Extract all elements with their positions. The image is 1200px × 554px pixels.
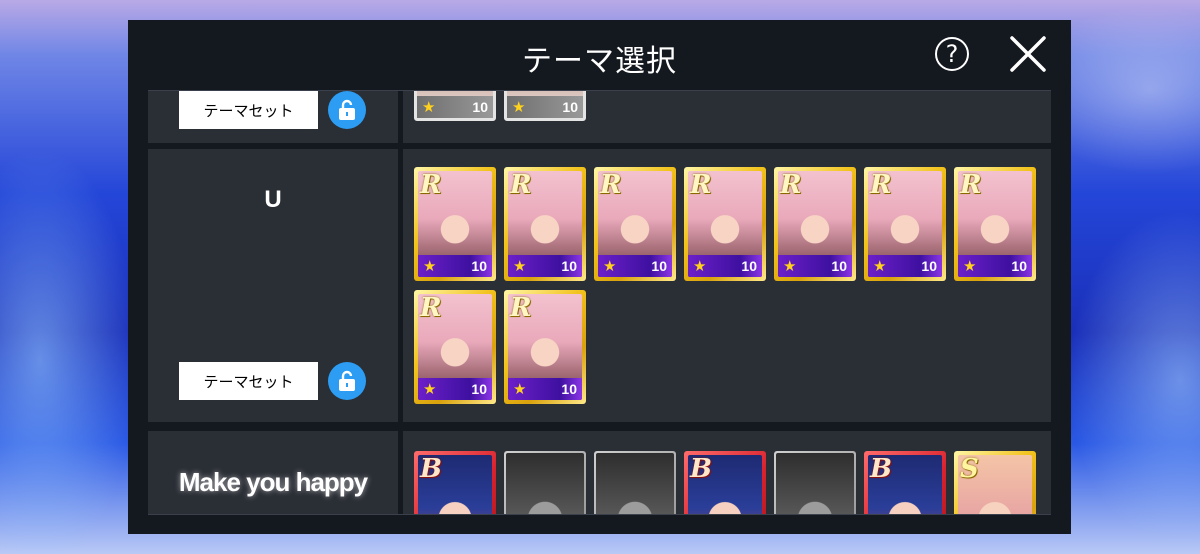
theme-name-panel: テーマセット — [148, 91, 398, 143]
member-card[interactable]: ★ 10 — [504, 91, 586, 121]
card-level: 10 — [562, 99, 578, 115]
card-rank: R — [870, 171, 892, 200]
card-level-bar: ★ 10 — [508, 378, 582, 400]
card-level-bar: ★ 10 — [778, 255, 852, 277]
member-photo — [506, 453, 584, 515]
star-icon: ★ — [423, 256, 437, 275]
member-card[interactable]: R ★ 10 — [774, 167, 856, 281]
card-level: 10 — [561, 258, 577, 274]
card-rank: B — [690, 455, 712, 484]
unlock-icon — [339, 370, 355, 391]
card-rank: R — [780, 171, 802, 200]
card-level-bar: ★ 10 — [958, 255, 1032, 277]
member-card[interactable] — [594, 451, 676, 515]
card-rank: R — [960, 171, 982, 200]
star-icon: ★ — [783, 256, 797, 275]
theme-cards-panel: R ★ 10 R ★ 10 R ★ 10 R ★ 10 R ★ 10 R ★ 1… — [403, 149, 1051, 422]
member-card[interactable]: R ★ 10 — [504, 167, 586, 281]
theme-list[interactable]: テーマセット ★ 10 ★ 10 U テーマセット R ★ 10 R ★ 10 … — [148, 90, 1051, 515]
card-level: 10 — [471, 258, 487, 274]
unlock-button[interactable] — [328, 91, 366, 129]
star-icon: ★ — [422, 97, 436, 116]
theme-set-button[interactable]: テーマセット — [179, 91, 318, 129]
close-button[interactable] — [1008, 34, 1048, 74]
member-card[interactable]: B — [684, 451, 766, 515]
member-card[interactable]: B — [414, 451, 496, 515]
member-photo — [776, 453, 854, 515]
card-level: 10 — [1011, 258, 1027, 274]
theme-name: U — [264, 186, 282, 213]
star-icon: ★ — [513, 379, 527, 398]
card-level: 10 — [472, 99, 488, 115]
card-level-bar: ★ 10 — [688, 255, 762, 277]
member-card[interactable]: B — [864, 451, 946, 515]
star-icon: ★ — [423, 379, 437, 398]
card-rank: R — [420, 171, 442, 200]
member-card[interactable]: ★ 10 — [414, 91, 496, 121]
member-card[interactable]: R ★ 10 — [594, 167, 676, 281]
theme-select-dialog: テーマ選択 ? テーマセット ★ 10 ★ 10 U テーマセット R ★ 10… — [128, 20, 1071, 534]
member-card[interactable]: R ★ 10 — [864, 167, 946, 281]
card-level: 10 — [651, 258, 667, 274]
card-level: 10 — [561, 381, 577, 397]
theme-row: U テーマセット R ★ 10 R ★ 10 R ★ 10 R ★ 10 R ★… — [148, 149, 1051, 422]
card-level: 10 — [741, 258, 757, 274]
member-card[interactable]: R ★ 10 — [414, 167, 496, 281]
theme-row: テーマセット ★ 10 ★ 10 — [148, 91, 1051, 143]
unlock-icon — [339, 99, 355, 120]
star-icon: ★ — [963, 256, 977, 275]
card-level-bar: ★ 10 — [868, 255, 942, 277]
member-card[interactable]: S — [954, 451, 1036, 515]
member-photo — [596, 453, 674, 515]
card-level-bar: ★ 10 — [507, 96, 583, 118]
star-icon: ★ — [873, 256, 887, 275]
card-level-bar: ★ 10 — [418, 255, 492, 277]
close-icon — [1010, 36, 1046, 72]
card-level: 10 — [831, 258, 847, 274]
card-rank: R — [510, 294, 532, 323]
card-level-bar: ★ 10 — [598, 255, 672, 277]
card-rank: R — [690, 171, 712, 200]
card-level-bar: ★ 10 — [417, 96, 493, 118]
star-icon: ★ — [693, 256, 707, 275]
card-rank: S — [960, 455, 979, 484]
card-level: 10 — [471, 381, 487, 397]
member-card[interactable]: R ★ 10 — [504, 290, 586, 404]
list-bottom-divider — [148, 514, 1051, 515]
theme-name: Make you happy — [178, 467, 368, 497]
theme-name-panel: Make you happy — [148, 431, 398, 515]
help-button[interactable]: ? — [935, 37, 969, 71]
dialog-title: テーマ選択 — [522, 44, 677, 79]
card-rank: B — [420, 455, 442, 484]
card-level: 10 — [921, 258, 937, 274]
member-card[interactable] — [774, 451, 856, 515]
dialog-header: テーマ選択 ? — [128, 20, 1071, 92]
card-rank: R — [600, 171, 622, 200]
theme-name-panel: U テーマセット — [148, 149, 398, 422]
card-level-bar: ★ 10 — [508, 255, 582, 277]
question-icon: ? — [945, 40, 959, 68]
member-card[interactable]: R ★ 10 — [414, 290, 496, 404]
theme-row: Make you happy B B B S — [148, 431, 1051, 515]
member-card[interactable] — [504, 451, 586, 515]
card-level-bar: ★ 10 — [418, 378, 492, 400]
star-icon: ★ — [603, 256, 617, 275]
member-card[interactable]: R ★ 10 — [954, 167, 1036, 281]
card-rank: R — [420, 294, 442, 323]
card-rank: R — [510, 171, 532, 200]
card-rank: B — [870, 455, 892, 484]
unlock-button[interactable] — [328, 362, 366, 400]
theme-cards-panel: ★ 10 ★ 10 — [403, 91, 1051, 143]
star-icon: ★ — [512, 97, 526, 116]
theme-set-button[interactable]: テーマセット — [179, 362, 318, 400]
member-card[interactable]: R ★ 10 — [684, 167, 766, 281]
theme-cards-panel: B B B S — [403, 431, 1051, 515]
star-icon: ★ — [513, 256, 527, 275]
